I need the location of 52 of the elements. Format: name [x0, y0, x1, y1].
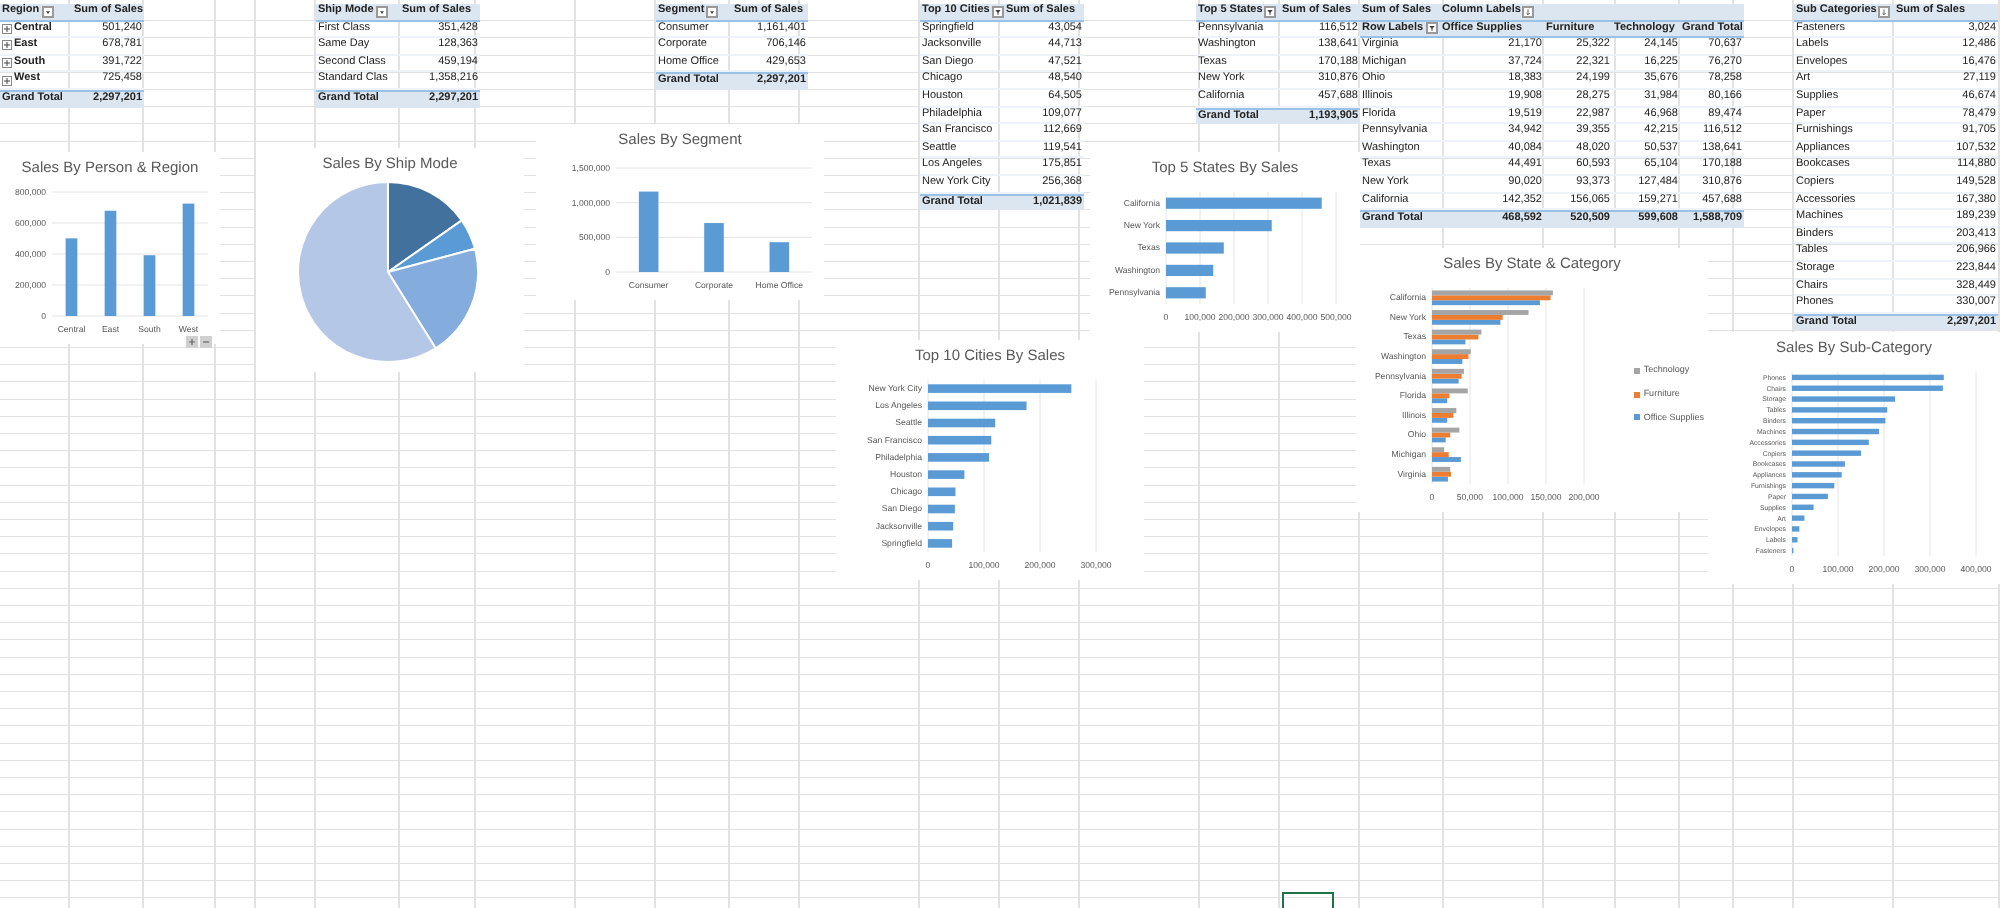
bar [928, 539, 953, 548]
bar [1792, 472, 1842, 478]
bar [1792, 418, 1886, 424]
bar [1792, 537, 1798, 543]
bar [928, 504, 955, 514]
bar [1792, 504, 1814, 510]
expand-icon[interactable] [2, 58, 12, 69]
bar [1792, 439, 1869, 446]
bar [143, 255, 156, 316]
bar [928, 384, 1072, 393]
collapse-field-button[interactable] [200, 336, 212, 348]
selected-cell [1282, 892, 1334, 908]
bar [928, 487, 956, 497]
plus-icon [188, 338, 196, 346]
expand-field-button[interactable] [186, 336, 198, 348]
bar [1166, 287, 1206, 299]
filter-icon[interactable] [991, 5, 1004, 18]
bar [1792, 526, 1800, 532]
expand-icon[interactable] [2, 75, 12, 86]
bar [1166, 220, 1272, 232]
dropdown-icon[interactable] [706, 5, 719, 18]
filter-icon[interactable] [1425, 22, 1438, 35]
sort-arrow-icon[interactable] [1878, 5, 1891, 18]
filter-icon[interactable] [1264, 5, 1277, 18]
minus-icon [202, 338, 210, 346]
bar [928, 521, 954, 531]
bar [104, 210, 117, 316]
dropdown-icon[interactable] [375, 5, 388, 18]
bar [928, 470, 965, 479]
expand-icon[interactable] [2, 23, 12, 34]
bar [638, 191, 659, 272]
bar [1792, 493, 1828, 500]
dropdown-icon[interactable] [41, 5, 54, 18]
bar [1792, 515, 1805, 521]
bar [1166, 264, 1214, 276]
bar [1792, 461, 1845, 467]
bar [1792, 407, 1888, 413]
bar [928, 401, 1027, 411]
bar [704, 223, 724, 272]
bar [928, 418, 996, 428]
expand-icon[interactable] [2, 40, 12, 51]
bar [928, 435, 992, 445]
bar [1792, 428, 1879, 435]
bar [182, 203, 195, 316]
bar [1792, 396, 1896, 402]
bar [928, 453, 990, 462]
bar [1792, 450, 1861, 456]
sort-arrow-icon[interactable] [1522, 5, 1535, 18]
bar [1166, 242, 1224, 254]
bar [769, 242, 790, 272]
bar [1792, 482, 1835, 489]
bar [65, 238, 78, 316]
